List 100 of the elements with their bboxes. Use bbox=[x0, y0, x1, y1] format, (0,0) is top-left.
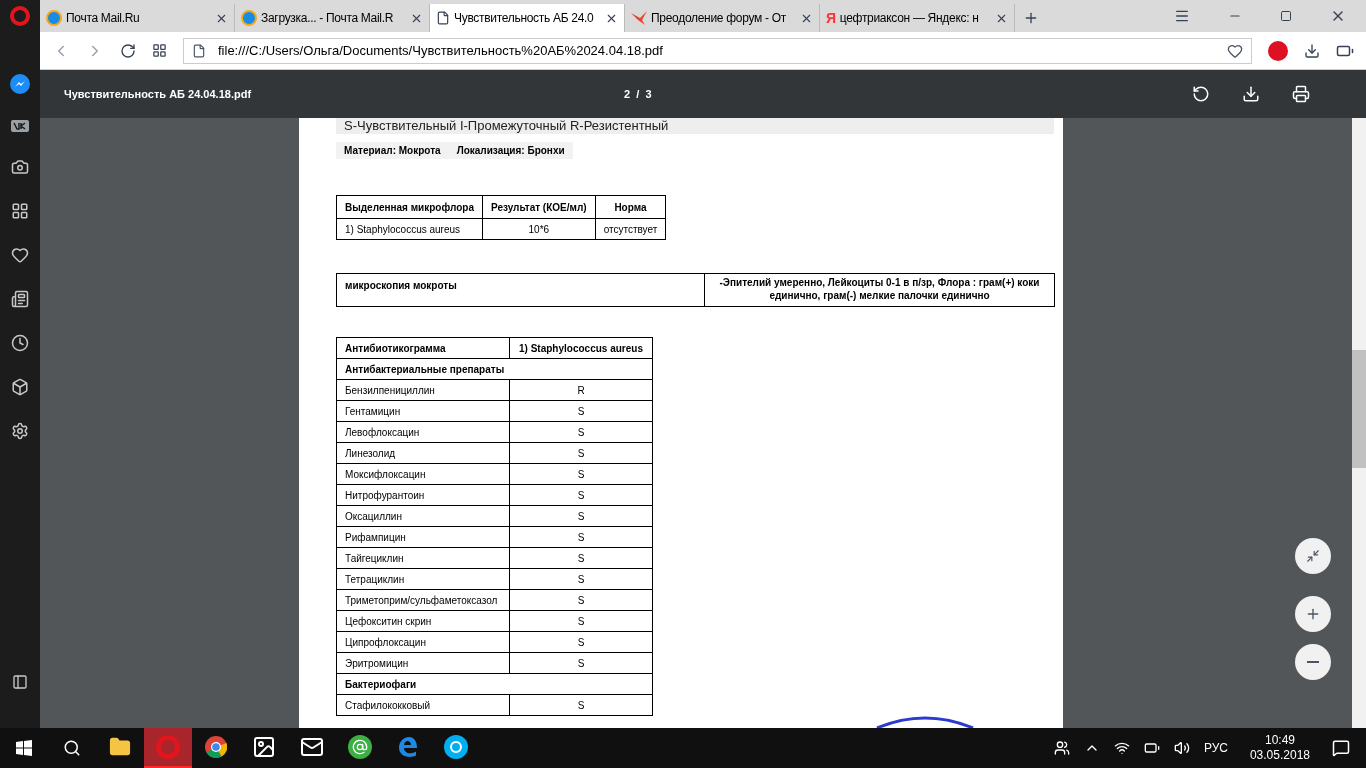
table-cell: S bbox=[510, 527, 652, 547]
table-cell: S bbox=[510, 632, 652, 652]
yandex-icon: Я bbox=[826, 8, 836, 28]
at-sign-icon[interactable] bbox=[348, 735, 372, 759]
download-icon[interactable] bbox=[1242, 85, 1260, 103]
file-icon bbox=[436, 11, 450, 25]
table-cell: S bbox=[510, 422, 652, 442]
table-cell: S bbox=[510, 506, 652, 526]
camera-icon[interactable] bbox=[11, 158, 29, 176]
table-cell: Бензилпенициллин bbox=[337, 380, 509, 400]
bird-icon bbox=[631, 11, 647, 25]
tab-title: Загрузка... - Почта Mail.R bbox=[261, 10, 395, 27]
column-header: Результат (КОЕ/мл) bbox=[483, 196, 595, 218]
search-icon[interactable] bbox=[63, 739, 81, 757]
table-cell: S bbox=[510, 464, 652, 484]
zoom-in-button[interactable] bbox=[1294, 596, 1331, 632]
table-cell: микроскопия мокроты bbox=[337, 274, 704, 306]
table-cell: Нитрофурантоин bbox=[337, 485, 509, 505]
tab-title: Чувствительность АБ 24.0 bbox=[454, 10, 595, 27]
table-cell: Линезолид bbox=[337, 443, 509, 463]
language-indicator[interactable]: РУС bbox=[1203, 739, 1228, 757]
vk-icon[interactable] bbox=[11, 120, 29, 132]
battery-icon[interactable] bbox=[1143, 740, 1160, 756]
settings-icon[interactable] bbox=[11, 422, 29, 440]
heart-icon[interactable] bbox=[1227, 42, 1243, 59]
table-cell: S bbox=[510, 695, 652, 715]
url-text: file:///C:/Users/Ольга/Documents/Чувствительность%20АБ%2024.04.18.pdf bbox=[218, 41, 664, 60]
page-counter: 2 / 3 bbox=[624, 86, 652, 102]
column-header: Выделенная микрофлора bbox=[337, 196, 482, 218]
volume-icon[interactable] bbox=[1173, 740, 1190, 756]
column-header: Норма bbox=[595, 196, 666, 218]
restore-icon[interactable] bbox=[1280, 10, 1292, 22]
people-icon[interactable] bbox=[1053, 740, 1070, 756]
tab-title: Почта Mail.Ru bbox=[66, 10, 141, 27]
table-cell: Тетрациклин bbox=[337, 569, 509, 589]
cube-icon[interactable] bbox=[11, 378, 29, 396]
table-cell: Тайгециклин bbox=[337, 548, 509, 568]
reload-icon[interactable] bbox=[120, 42, 136, 59]
table-cell: R bbox=[510, 380, 652, 400]
messenger-icon[interactable] bbox=[10, 74, 30, 94]
legend: S-Чувствительный I-Промежуточный R-Резистентный bbox=[336, 118, 1054, 134]
news-icon[interactable] bbox=[11, 290, 29, 308]
folder-icon[interactable] bbox=[109, 736, 131, 758]
table-cell: S bbox=[510, 401, 652, 421]
address-bar[interactable]: file:///C:/Users/Ольга/Documents/Чувствительность%20АБ%2024.04.18.pdf bbox=[183, 37, 1252, 64]
photos-icon[interactable] bbox=[252, 735, 276, 759]
new-tab-icon[interactable] bbox=[1023, 10, 1039, 26]
table-cell: Гентамицин bbox=[337, 401, 509, 421]
pdf-filename: Чувствительность АБ 24.04.18.pdf bbox=[64, 86, 253, 102]
rotate-icon[interactable] bbox=[1192, 85, 1210, 103]
section-header: Бактериофаги bbox=[337, 674, 652, 694]
windows-icon bbox=[16, 740, 32, 756]
zoom-out-button[interactable] bbox=[1294, 644, 1331, 680]
table-cell: отсутствует bbox=[595, 219, 666, 239]
table-cell: Эритромицин bbox=[337, 653, 509, 673]
clock-icon[interactable] bbox=[11, 334, 29, 352]
table-cell: Стафилококковый bbox=[337, 695, 509, 715]
material-label: Материал: Мокрота bbox=[344, 144, 441, 158]
minus-icon bbox=[1306, 661, 1319, 663]
table-cell: Моксифлоксацин bbox=[337, 464, 509, 484]
sidebar-toggle-icon[interactable] bbox=[12, 674, 28, 690]
scrollbar[interactable] bbox=[1352, 118, 1366, 728]
grid-icon[interactable] bbox=[11, 202, 29, 220]
table-cell: Оксациллин bbox=[337, 506, 509, 526]
opera-icon[interactable] bbox=[10, 6, 30, 26]
notification-icon[interactable] bbox=[1332, 739, 1350, 757]
mail-icon[interactable] bbox=[300, 735, 324, 759]
table-cell: Триметоприм/сульфаметоксазол bbox=[337, 590, 509, 610]
column-header: Антибиотикограмма bbox=[337, 338, 509, 358]
table-cell: S bbox=[510, 590, 652, 610]
table-cell: -Эпителий умеренно, Лейкоциты 0-1 в п/зр, Флора : грам(+) коки единично, грам(-) мелкие палочки единично bbox=[705, 274, 1054, 306]
chrome-icon[interactable] bbox=[205, 736, 227, 758]
column-header: 1) Staphylococcus aureus bbox=[510, 338, 652, 358]
table-cell: 1) Staphylococcus aureus bbox=[337, 219, 482, 239]
heart-icon[interactable] bbox=[11, 246, 29, 264]
table-cell: S bbox=[510, 611, 652, 631]
speed-dial-icon[interactable] bbox=[152, 43, 167, 58]
print-icon[interactable] bbox=[1292, 85, 1310, 103]
shrink-icon bbox=[1305, 549, 1320, 563]
browser-tab[interactable]: Чувствительность АБ 24.0 bbox=[430, 4, 625, 32]
tab-title: цефтриаксон — Яндекс: н bbox=[839, 10, 980, 27]
table-cell: S bbox=[510, 485, 652, 505]
table-cell: Цефокситин скрин bbox=[337, 611, 509, 631]
table-cell: S bbox=[510, 443, 652, 463]
table-cell: Рифампицин bbox=[337, 527, 509, 547]
fit-page-button[interactable] bbox=[1294, 538, 1331, 574]
table-cell: Ципрофлоксацин bbox=[337, 632, 509, 652]
table-cell: Левофлоксацин bbox=[337, 422, 509, 442]
table-cell: S bbox=[510, 548, 652, 568]
tab-title: Преодоление форум - От bbox=[651, 10, 787, 27]
mail-ru-icon bbox=[241, 10, 257, 26]
table-cell: 10*6 bbox=[483, 219, 595, 239]
table-cell: S bbox=[510, 653, 652, 673]
section-header: Антибактериальные препараты bbox=[337, 359, 652, 379]
clock[interactable]: 10:49 03.05.2018 bbox=[1241, 733, 1318, 763]
menu-icon[interactable] bbox=[1174, 8, 1190, 24]
edge-icon[interactable] bbox=[397, 736, 419, 758]
wifi-icon[interactable] bbox=[1113, 740, 1130, 756]
download-icon[interactable] bbox=[1304, 42, 1320, 59]
file-icon bbox=[192, 43, 206, 58]
